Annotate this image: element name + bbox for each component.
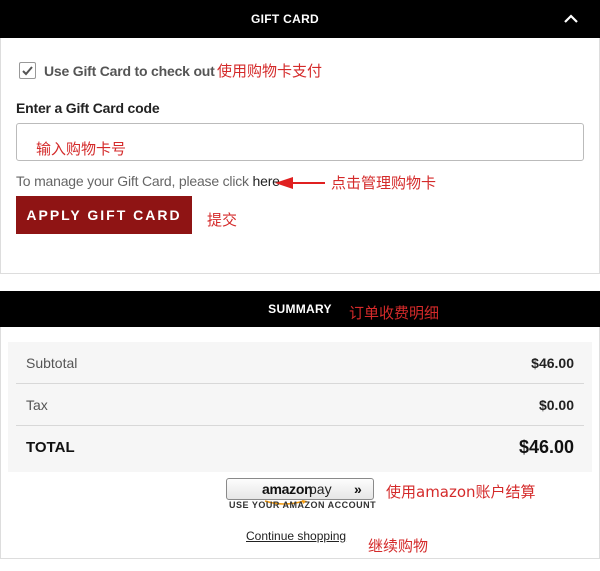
gift-card-title: GIFT CARD	[250, 12, 320, 26]
subtotal-value: $46.00	[531, 355, 574, 371]
annotation-amazon: 使用amazon账户结算	[386, 483, 536, 501]
amazon-pay-subtitle: USE YOUR AMAZON ACCOUNT	[229, 500, 377, 510]
amazon-chevrons-icon: »	[354, 481, 362, 497]
summary-divider	[16, 383, 584, 384]
arrow-left-icon	[275, 176, 325, 189]
amazon-smile-icon	[264, 493, 308, 505]
annotation-enter-code: 输入购物卡号	[36, 140, 127, 158]
tax-value: $0.00	[538, 397, 574, 413]
annotation-submit: 提交	[207, 211, 238, 229]
amazon-pay-text: pay	[309, 481, 332, 497]
annotation-continue: 继续购物	[368, 537, 429, 555]
checkmark-icon	[22, 66, 33, 76]
chevron-up-icon[interactable]	[560, 9, 582, 29]
gift-card-code-label: Enter a Gift Card code	[16, 100, 160, 116]
annotation-manage: 点击管理购物卡	[331, 174, 437, 192]
use-gift-card-label[interactable]: Use Gift Card to check out	[44, 63, 215, 79]
summary-title: SUMMARY	[268, 302, 332, 316]
annotation-use-gift-card: 使用购物卡支付	[217, 62, 323, 80]
continue-shopping-link[interactable]: Continue shopping	[246, 529, 346, 543]
annotation-summary: 订单收费明细	[349, 304, 440, 322]
manage-gift-card-prefix: To manage your Gift Card, please click	[16, 173, 253, 189]
total-value: $46.00	[518, 437, 574, 457]
apply-gift-card-button[interactable]: APPLY GIFT CARD	[16, 196, 192, 234]
tax-label: Tax	[26, 397, 48, 413]
subtotal-label: Subtotal	[26, 355, 78, 371]
manage-gift-card-text: To manage your Gift Card, please click h…	[16, 173, 280, 189]
summary-box	[8, 342, 592, 472]
total-label: TOTAL	[26, 439, 75, 456]
use-gift-card-checkbox[interactable]	[19, 62, 36, 79]
summary-divider	[16, 425, 584, 426]
